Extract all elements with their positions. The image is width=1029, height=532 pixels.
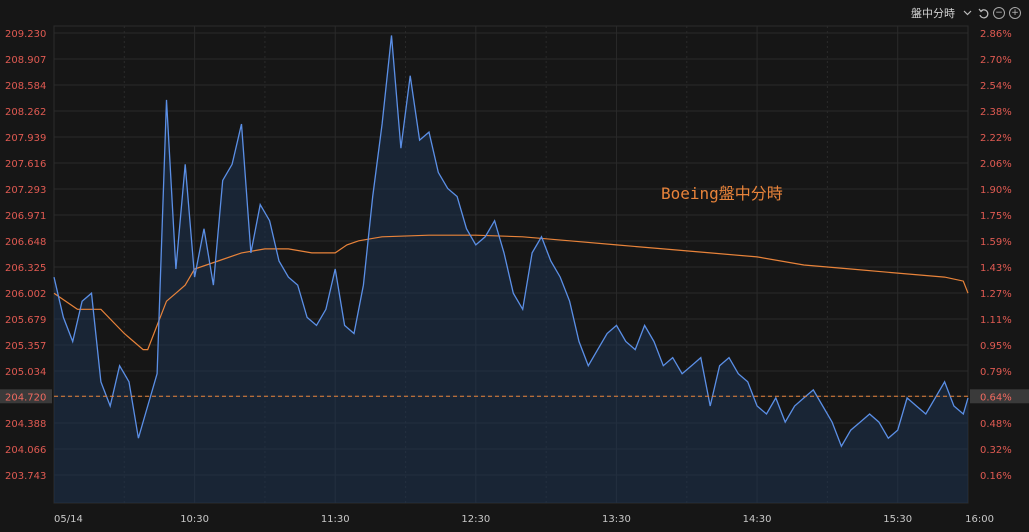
zoom-out-icon[interactable]: −	[993, 7, 1005, 19]
price-tick-label: 209.230	[5, 29, 46, 40]
chart-watermark: Boeing盤中分時	[661, 184, 783, 203]
price-tick-label: 204.066	[5, 445, 46, 456]
price-tick-label: 206.002	[5, 289, 46, 300]
percent-tick-label: 0.16%	[980, 471, 1012, 482]
percent-tick-label: 2.06%	[980, 159, 1012, 170]
percent-tick-label: 1.11%	[980, 315, 1012, 326]
time-tick-label: 13:30	[602, 514, 631, 525]
price-tick-label: 205.679	[5, 315, 46, 326]
percent-tick-label: 1.43%	[980, 263, 1012, 274]
price-tick-label: 208.907	[5, 55, 46, 66]
percent-tick-label: 2.86%	[980, 29, 1012, 40]
percent-tick-label: 2.54%	[980, 81, 1012, 92]
percent-tick-label: 1.75%	[980, 211, 1012, 222]
price-tick-label: 208.584	[5, 81, 46, 92]
mode-label[interactable]: 盤中分時	[911, 5, 955, 21]
current-price-label: 204.720	[5, 392, 46, 403]
price-tick-label: 206.648	[5, 237, 46, 248]
time-tick-label: 10:30	[180, 514, 209, 525]
percent-tick-label: 0.95%	[980, 341, 1012, 352]
undo-icon[interactable]	[977, 7, 989, 19]
price-tick-label: 207.293	[5, 185, 46, 196]
time-tick-label: 12:30	[461, 514, 490, 525]
intraday-chart[interactable]: 209.230 208.907 208.584 208.262 207.939 207.6…	[0, 0, 1029, 532]
price-tick-label: 205.357	[5, 341, 46, 352]
price-tick-label: 207.939	[5, 133, 46, 144]
time-tick-label: 05/14	[54, 514, 83, 525]
current-pct-label: 0.64%	[980, 392, 1012, 403]
percent-tick-label: 0.48%	[980, 419, 1012, 430]
price-tick-label: 206.971	[5, 211, 46, 222]
price-tick-label: 206.325	[5, 263, 46, 274]
price-tick-label: 205.034	[5, 367, 46, 378]
chevron-down-icon[interactable]	[961, 7, 973, 19]
time-tick-label: 11:30	[321, 514, 350, 525]
percent-tick-label: 1.59%	[980, 237, 1012, 248]
zoom-in-icon[interactable]: +	[1009, 7, 1021, 19]
price-tick-label: 203.743	[5, 471, 46, 482]
percent-tick-label: 2.38%	[980, 107, 1012, 118]
percent-tick-label: 2.70%	[980, 55, 1012, 66]
time-tick-label: 15:30	[883, 514, 912, 525]
time-tick-label: 16:00	[965, 514, 994, 525]
price-tick-label: 207.616	[5, 159, 46, 170]
percent-tick-label: 1.27%	[980, 289, 1012, 300]
chart-toolbar: 盤中分時 − +	[911, 5, 1021, 21]
percent-tick-label: 1.90%	[980, 185, 1012, 196]
time-tick-label: 14:30	[743, 514, 772, 525]
percent-tick-label: 2.22%	[980, 133, 1012, 144]
price-tick-label: 208.262	[5, 107, 46, 118]
percent-tick-label: 0.79%	[980, 367, 1012, 378]
price-tick-label: 204.388	[5, 419, 46, 430]
percent-tick-label: 0.32%	[980, 445, 1012, 456]
